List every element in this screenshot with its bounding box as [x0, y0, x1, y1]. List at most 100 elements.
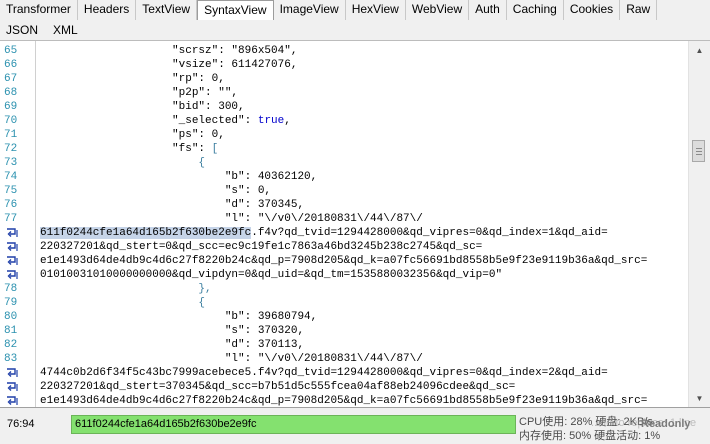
- vertical-scrollbar[interactable]: ▲ ▼: [688, 41, 710, 407]
- code-body: "d": 370113,: [40, 339, 305, 351]
- code-line: 80 "b": 39680794,: [0, 310, 688, 324]
- json-punctuation: {: [40, 157, 206, 169]
- code-text: "d": 370345,: [40, 198, 304, 212]
- tab-webview[interactable]: WebView: [406, 0, 470, 20]
- line-number: 77: [4, 213, 18, 225]
- tab-hexview[interactable]: HexView: [346, 0, 406, 20]
- tab-raw[interactable]: Raw: [620, 0, 658, 20]
- json-comma: ,: [284, 115, 291, 127]
- response-inspector-tabs: Transformer Headers TextView SyntaxView Imag…: [0, 0, 710, 20]
- code-text: 4744c0b2d6f34f5c43bc7999acebece5.f4v?qd_…: [40, 366, 608, 380]
- code-line: 75 "s": 0,: [0, 184, 688, 198]
- code-text: "p2p": "",: [40, 86, 238, 100]
- syntax-view-editor[interactable]: 65 "scrsz": "896x504", 66 "vsize": 611427…: [0, 41, 710, 408]
- line-number: 79: [4, 297, 18, 309]
- code-text: "scrsz": "896x504",: [40, 44, 297, 58]
- code-line: 76 "d": 370345,: [0, 198, 688, 212]
- code-text: "rp": 0,: [40, 72, 225, 86]
- tab-transformer[interactable]: Transformer: [0, 0, 78, 20]
- line-number: 71: [4, 129, 18, 141]
- code-text: },: [40, 282, 212, 296]
- code-text: "s": 0,: [40, 184, 271, 198]
- code-body: "p2p": "",: [40, 87, 239, 99]
- tab-headers[interactable]: Headers: [78, 0, 137, 20]
- json-punctuation: },: [40, 283, 212, 295]
- code-line: 79 {: [0, 296, 688, 310]
- line-number: 81: [4, 325, 18, 337]
- code-line: 70 "_selected": true,: [0, 114, 688, 128]
- code-line: 67 "rp": 0,: [0, 72, 688, 86]
- code-line: 220327201&qd_stert=0&qd_scc=ec9c19fe1c78…: [0, 240, 688, 254]
- tab-caching[interactable]: Caching: [507, 0, 564, 20]
- code-body: 01010031010000000000&qd_vipdyn=0&qd_uid=…: [40, 269, 503, 281]
- code-body: "ps": 0,: [40, 129, 225, 141]
- line-number: 80: [4, 311, 18, 323]
- line-number: 72: [4, 143, 18, 155]
- code-body: "scrsz": "896x504",: [40, 45, 298, 57]
- code-body: 220327201&qd_stert=0&qd_scc=ec9c19fe1c78…: [40, 241, 483, 253]
- tab-syntaxview[interactable]: SyntaxView: [197, 0, 274, 20]
- code-text: 01010031010000000000&qd_vipdyn=0&qd_uid=…: [40, 268, 502, 282]
- code-text: "l": "\/v0\/20180831\/44\/87\/: [40, 352, 423, 366]
- word-wrap-icon: [6, 368, 19, 378]
- line-number: 68: [4, 87, 18, 99]
- code-body: "b": 40362120,: [40, 171, 318, 183]
- code-text: "bid": 300,: [40, 100, 245, 114]
- scroll-up-icon[interactable]: ▲: [692, 43, 707, 58]
- code-text: 611f0244cfe1a64d165b2f630be2e9fc.f4v?qd_…: [40, 226, 608, 240]
- line-number: 65: [4, 45, 18, 57]
- syntax-subtabs: JSON XML: [0, 20, 710, 41]
- code-body: e1e1493d64de4db9c4d6c27f8220b24c&qd_p=79…: [40, 255, 648, 267]
- line-number: 75: [4, 185, 18, 197]
- code-text: "b": 40362120,: [40, 170, 317, 184]
- code-text: e1e1493d64de4db9c4d6c27f8220b24c&qd_p=79…: [40, 254, 647, 268]
- code-line: 01010031010000000000&qd_vipdyn=0&qd_uid=…: [0, 268, 688, 282]
- code-line: 74 "b": 40362120,: [0, 170, 688, 184]
- subtab-xml[interactable]: XML: [47, 20, 87, 40]
- code-line: 81 "s": 370320,: [0, 324, 688, 338]
- code-line: 83 "l": "\/v0\/20180831\/44\/87\/: [0, 352, 688, 366]
- meters-row2: 内存使用: 50% 硬盘活动: 1%: [519, 430, 661, 442]
- line-number: 83: [4, 353, 18, 365]
- word-wrap-icon: [6, 396, 19, 406]
- word-wrap-icon: [6, 256, 19, 266]
- code-body: "d": 370345,: [40, 199, 305, 211]
- code-text: "b": 39680794,: [40, 310, 317, 324]
- line-number: 67: [4, 73, 18, 85]
- code-line: 69 "bid": 300,: [0, 100, 688, 114]
- code-line: 611f0244cfe1a64d165b2f630be2e9fc.f4v?qd_…: [0, 226, 688, 240]
- tab-imageview[interactable]: ImageView: [274, 0, 346, 20]
- code-body: "b": 39680794,: [40, 311, 318, 323]
- code-text: {: [40, 296, 205, 310]
- code-body: "s": 370320,: [40, 325, 305, 337]
- readonly-indicator: Readonly: [641, 418, 691, 430]
- code-body: "l": "\/v0\/20180831\/44\/87\/: [40, 353, 423, 365]
- line-number: 73: [4, 157, 18, 169]
- line-number: 76: [4, 199, 18, 211]
- scroll-thumb[interactable]: [692, 140, 705, 162]
- code-text: "_selected": true,: [40, 114, 291, 128]
- tab-cookies[interactable]: Cookies: [564, 0, 621, 20]
- subtab-json[interactable]: JSON: [0, 20, 47, 40]
- code-text: "fs": [: [40, 142, 218, 156]
- code-text: "l": "\/v0\/20180831\/44\/87\/: [40, 212, 423, 226]
- word-wrap-icon: [6, 228, 19, 238]
- code-body: 220327201&qd_stert=370345&qd_scc=b7b51d5…: [40, 381, 516, 393]
- code-line: 73 {: [0, 156, 688, 170]
- line-number: 70: [4, 115, 18, 127]
- word-wrap-icon: [6, 382, 19, 392]
- scroll-down-icon[interactable]: ▼: [692, 391, 707, 406]
- code-line: e1e1493d64de4db9c4d6c27f8220b24c&qd_p=79…: [0, 394, 688, 407]
- code-text: e1e1493d64de4db9c4d6c27f8220b24c&qd_p=79…: [40, 394, 647, 407]
- code-body: "fs":: [40, 143, 212, 155]
- code-body: "l": "\/v0\/20180831\/44\/87\/: [40, 213, 423, 225]
- word-wrap-icon: [6, 242, 19, 252]
- code-text: "vsize": 611427076,: [40, 58, 297, 72]
- selected-text: 611f0244cfe1a64d165b2f630be2e9fc: [40, 227, 252, 239]
- code-line: 65 "scrsz": "896x504",: [0, 44, 688, 58]
- tab-textview[interactable]: TextView: [136, 0, 198, 20]
- tab-auth[interactable]: Auth: [469, 0, 507, 20]
- code-text: 220327201&qd_stert=0&qd_scc=ec9c19fe1c78…: [40, 240, 482, 254]
- code-text: "ps": 0,: [40, 128, 225, 142]
- code-text: 220327201&qd_stert=370345&qd_scc=b7b51d5…: [40, 380, 515, 394]
